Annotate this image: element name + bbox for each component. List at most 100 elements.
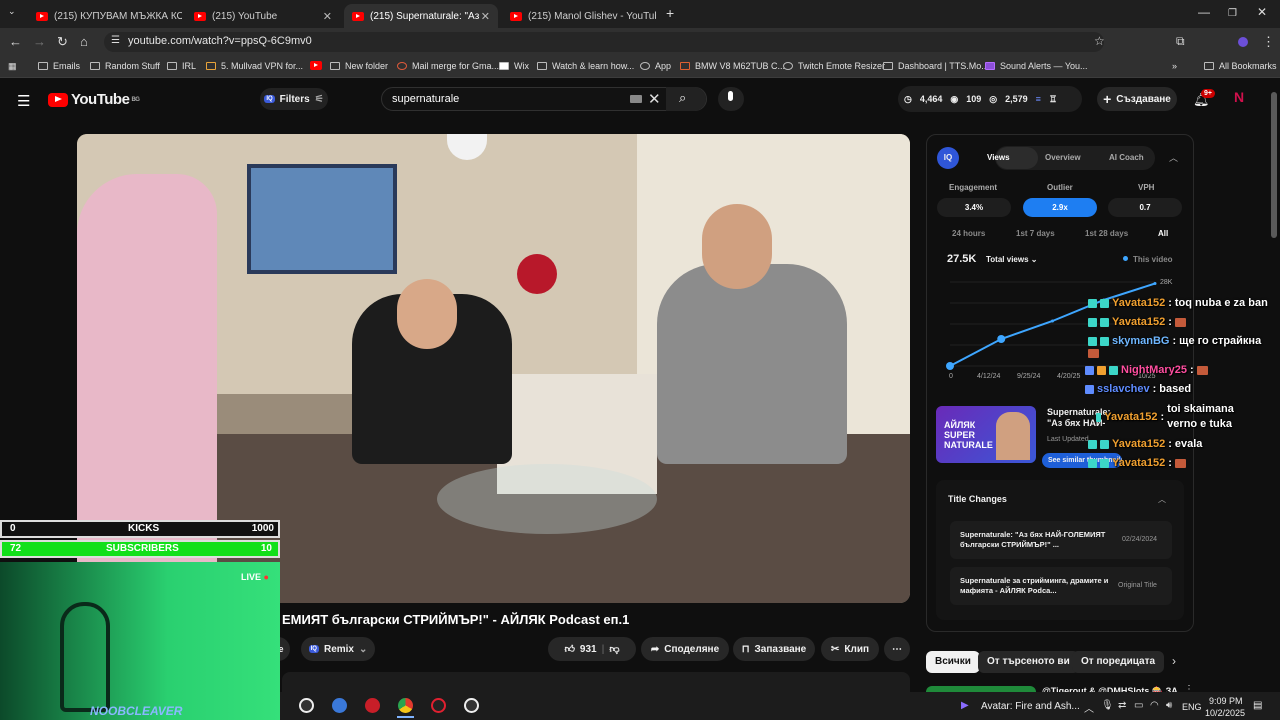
filters-button[interactable]: IQ Filters ⚟ <box>260 88 328 110</box>
bookmark-item[interactable]: Mail merge for Gma... <box>397 61 499 71</box>
bookmark-item[interactable]: IRL <box>167 61 196 71</box>
trophy-icon[interactable]: ♖ <box>1049 94 1057 105</box>
youtube-logo[interactable]: YouTube BG <box>48 91 140 108</box>
clip-button[interactable]: ✂ Клип <box>821 637 879 661</box>
range-28d[interactable]: 1st 28 days <box>1085 229 1128 238</box>
thumbs-down-icon[interactable]: 👎︎ <box>609 643 619 655</box>
profile-avatar-icon[interactable] <box>1238 37 1248 47</box>
taskbar-app-icon[interactable] <box>431 698 446 713</box>
keyboard-icon[interactable] <box>630 95 642 103</box>
chip-from-search[interactable]: От търсеното ви <box>978 651 1079 673</box>
close-tab-icon[interactable]: ✕ <box>481 10 490 23</box>
minimize-icon[interactable]: — <box>1198 5 1210 19</box>
clear-search-icon[interactable]: ✕ <box>648 90 661 108</box>
site-info-icon[interactable]: ☰ <box>111 35 120 46</box>
collapse-icon[interactable]: ︿ <box>1169 151 1178 164</box>
bookmark-item[interactable]: App <box>640 61 671 71</box>
media-title[interactable]: Avatar: Fire and Ash... <box>981 701 1080 712</box>
tray-network-icon[interactable]: ⇄ <box>1118 700 1126 711</box>
browser-menu-icon[interactable]: ⋮ <box>1262 34 1275 50</box>
volume-icon[interactable]: 🔊︎ <box>1166 700 1172 711</box>
description-box[interactable] <box>282 672 910 692</box>
bookmark-item[interactable]: Sound Alerts — You... <box>985 61 1088 71</box>
tray-wifi-icon[interactable]: ◠ <box>1150 700 1159 711</box>
similar-thumbnail[interactable]: АЙЛЯК SUPER NATURALE <box>936 406 1036 463</box>
browser-tab-active[interactable]: (215) Supernaturale: "Аз бях✕ <box>344 4 498 28</box>
forward-icon[interactable]: → <box>33 34 46 49</box>
bookmark-item[interactable]: Wix <box>499 61 529 71</box>
taskbar-app-icon[interactable] <box>464 698 479 713</box>
restore-icon[interactable]: ❐ <box>1228 8 1237 19</box>
reload-icon[interactable]: ↻ <box>57 34 68 50</box>
bookmark-item[interactable]: Watch & learn how... <box>537 61 634 71</box>
chevron-right-icon[interactable]: › <box>1172 654 1176 668</box>
url-text[interactable]: youtube.com/watch?v=ppsQ-6C9mv0 <box>128 35 312 47</box>
browser-tab-4[interactable]: (215) Manol Glishev - YouTube✕ <box>502 4 656 28</box>
hamburger-menu-icon[interactable]: ☰ <box>17 92 30 110</box>
share-button[interactable]: ➦ Споделяне <box>641 637 729 661</box>
save-button[interactable]: ⊓ Запазване <box>733 637 815 661</box>
search-input[interactable]: supernaturale <box>392 93 459 105</box>
bookmark-item[interactable]: Twitch Emote Resizer <box>783 61 885 71</box>
bookmark-item[interactable]: Dashboard | TTS.Mo... <box>883 61 989 71</box>
bookmark-item[interactable]: BMW V8 M62TUB C... <box>680 61 785 71</box>
page-scrollbar[interactable] <box>1271 92 1277 238</box>
close-window-icon[interactable]: ✕ <box>1257 5 1267 19</box>
list-icon[interactable]: ≡ <box>1036 94 1041 104</box>
clock-date[interactable]: 10/2/2025 <box>1205 708 1245 718</box>
bookmark-item[interactable]: Emails <box>38 61 80 71</box>
browser-tab-2[interactable]: (215) YouTube ✕ <box>186 4 340 28</box>
notification-center-icon[interactable]: ▤ <box>1253 700 1262 711</box>
chevron-down-icon: ⌄ <box>1030 255 1038 264</box>
more-actions-button[interactable]: ⋯ <box>884 637 910 661</box>
chip-from-series[interactable]: От поредицата <box>1072 651 1165 673</box>
similar-updated: Last Updated <box>1047 436 1089 443</box>
browser-tab-1[interactable]: (215) КУПУВАМ МЪЖКА КОЛА✕ <box>28 4 182 28</box>
apps-grid-icon[interactable]: ▦ <box>8 61 17 72</box>
chip-all[interactable]: Всички <box>926 651 980 673</box>
range-24h[interactable]: 24 hours <box>952 229 985 238</box>
taskbar-app-icon[interactable] <box>365 698 380 713</box>
bookmark-item[interactable]: New folder <box>330 61 388 71</box>
thumbs-up-icon[interactable]: 👍︎ <box>564 643 574 655</box>
new-tab-icon[interactable]: + <box>666 5 674 21</box>
range-7d[interactable]: 1st 7 days <box>1016 229 1055 238</box>
tab-views[interactable]: Views <box>987 153 1010 162</box>
emote-icon <box>1174 317 1186 327</box>
back-icon[interactable]: ← <box>9 34 22 49</box>
tab-search-icon[interactable]: ⌄ <box>8 6 16 17</box>
like-dislike-group[interactable]: 👍︎ 931 | 👎︎ <box>548 637 636 661</box>
bookmark-star-icon[interactable]: ☆ <box>1094 34 1105 48</box>
chrome-icon[interactable] <box>398 698 413 713</box>
media-play-icon[interactable]: ▶ <box>961 700 969 711</box>
range-all[interactable]: All <box>1158 229 1168 238</box>
webcam-chair <box>60 602 110 712</box>
user-avatar[interactable]: N <box>1229 89 1249 109</box>
clock-time[interactable]: 9:09 PM <box>1209 696 1243 706</box>
language-indicator[interactable]: ENG <box>1182 702 1202 712</box>
bookmark-item[interactable] <box>310 61 328 70</box>
bookmark-item[interactable]: Random Stuff <box>90 61 160 71</box>
tab-overview[interactable]: Overview <box>1045 153 1081 162</box>
tray-mic-icon[interactable]: 🎙︎ <box>1101 700 1114 711</box>
tab-ai-coach[interactable]: AI Coach <box>1109 153 1144 162</box>
remix-button[interactable]: IQ Remix ⌄ <box>301 637 375 661</box>
collapse-icon[interactable]: ︿ <box>1158 494 1166 505</box>
search-button[interactable]: ⌕ <box>666 87 706 111</box>
more-bookmarks-icon[interactable]: » <box>1172 61 1177 71</box>
all-bookmarks[interactable]: All Bookmarks <box>1204 61 1277 71</box>
tray-display-icon[interactable]: ▭ <box>1134 700 1143 711</box>
close-tab-icon[interactable]: ✕ <box>323 10 332 23</box>
total-views-dropdown[interactable]: Total views ⌄ <box>986 255 1037 264</box>
chat-text: toi skaimana verno e tuka <box>1167 403 1234 430</box>
tray-chevron-icon[interactable]: ︿ <box>1084 700 1094 715</box>
taskbar-app-icon[interactable] <box>332 698 347 713</box>
chat-badge-icon <box>1100 317 1109 327</box>
extensions-icon[interactable]: ⧉ <box>1176 34 1185 49</box>
chart-point <box>1051 319 1054 323</box>
voice-search-button[interactable] <box>718 87 744 111</box>
bookmark-item[interactable]: 5. Mullvad VPN for... <box>206 61 303 71</box>
create-button[interactable]: + Създаване <box>1097 87 1177 111</box>
taskbar-app-icon[interactable] <box>299 698 314 713</box>
home-icon[interactable]: ⌂ <box>80 34 88 49</box>
